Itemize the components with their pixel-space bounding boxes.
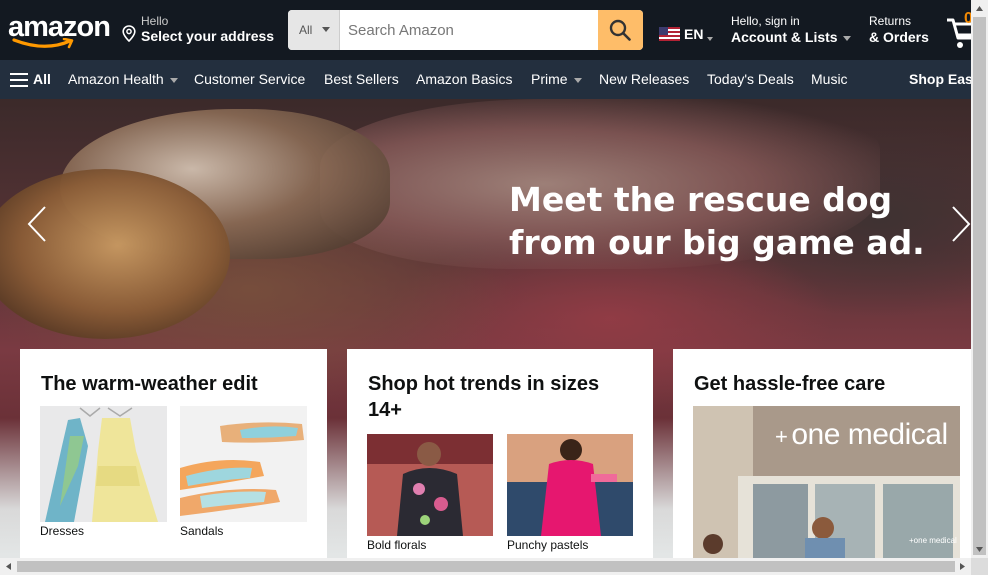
- card-hassle-free-care[interactable]: Get hassle-free care + one medical +one m…: [673, 349, 971, 559]
- location-pin-icon: [122, 25, 136, 42]
- hero-headline-line1: Meet the rescue dog: [509, 180, 893, 219]
- scroll-right-arrow-icon[interactable]: [954, 558, 971, 575]
- nav-item-label: Best Sellers: [324, 71, 399, 87]
- card-title: The warm-weather edit: [41, 373, 258, 395]
- account-label: Account & Lists: [731, 29, 851, 45]
- orders-label: & Orders: [869, 29, 929, 45]
- bold-florals-thumbnail[interactable]: [367, 434, 493, 536]
- sandals-thumbnail[interactable]: [180, 406, 307, 522]
- nav-item-label: Amazon Basics: [416, 71, 513, 87]
- returns-orders-link[interactable]: Returns & Orders: [869, 14, 929, 45]
- nav-item-amazon-basics[interactable]: Amazon Basics: [416, 71, 512, 87]
- account-lists-text: Account & Lists: [731, 29, 838, 45]
- sandals-caption[interactable]: Sandals: [180, 524, 223, 538]
- nav-item-prime[interactable]: Prime: [531, 71, 582, 87]
- scroll-left-arrow-icon[interactable]: [0, 558, 17, 575]
- vertical-scrollbar-thumb[interactable]: [973, 17, 986, 555]
- all-menu-label: All: [33, 71, 51, 87]
- amazon-logo[interactable]: amazon: [8, 10, 111, 50]
- nav-item-todays-deals[interactable]: Today's Deals: [707, 71, 794, 87]
- nav-item-music[interactable]: Music: [811, 71, 848, 87]
- nav-item-label: Music: [811, 71, 848, 87]
- nav-item-new-releases[interactable]: New Releases: [599, 71, 689, 87]
- search-submit-button[interactable]: [598, 10, 643, 50]
- nav-promo-link[interactable]: Shop Eas: [909, 71, 973, 87]
- browser-viewport: amazon Hello Select your address All Sea…: [0, 0, 988, 575]
- punchy-pastels-caption[interactable]: Punchy pastels: [507, 538, 588, 552]
- secondary-nav-bar: All Amazon Health Customer Service Best …: [0, 60, 973, 99]
- address-prompt: Select your address: [141, 28, 275, 44]
- nav-item-label: Amazon Health: [68, 71, 164, 87]
- one-medical-small-sign: +one medical: [909, 536, 957, 545]
- card-title: Shop hot trends in sizes 14+: [368, 373, 600, 421]
- account-lists-menu[interactable]: Hello, sign in Account & Lists: [731, 14, 851, 45]
- one-medical-thumbnail[interactable]: + one medical +one medical: [693, 406, 960, 559]
- carousel-next-arrow-icon[interactable]: [950, 205, 971, 243]
- top-nav-bar: amazon Hello Select your address All Sea…: [0, 0, 971, 60]
- punchy-pastels-image: [507, 434, 633, 536]
- nav-item-label: Today's Deals: [707, 71, 794, 87]
- dresses-caption[interactable]: Dresses: [40, 524, 84, 538]
- caret-down-icon: [573, 77, 582, 83]
- cart-button[interactable]: 0: [944, 10, 971, 50]
- hero-second-dog-image: [0, 169, 230, 339]
- us-flag-icon: [659, 27, 680, 41]
- caret-down-icon: [842, 35, 851, 41]
- returns-label: Returns: [869, 14, 912, 28]
- address-greeting: Hello: [141, 14, 169, 28]
- horizontal-scrollbar-thumb[interactable]: [17, 561, 955, 572]
- scroll-up-arrow-icon[interactable]: [971, 0, 988, 17]
- card-warm-weather-edit[interactable]: The warm-weather edit Dresses Sandals: [20, 349, 327, 559]
- search-bar: All: [288, 10, 643, 50]
- search-icon: [609, 19, 631, 41]
- card-hot-trends-14plus[interactable]: Shop hot trends in sizes 14+ Bold floral…: [347, 349, 653, 559]
- smile-arrow-icon: [12, 38, 74, 49]
- vertical-scrollbar[interactable]: [971, 0, 988, 575]
- nav-item-label: Prime: [531, 71, 568, 87]
- language-code: EN: [684, 26, 704, 42]
- carousel-prev-arrow-icon[interactable]: [26, 205, 48, 243]
- search-category-select[interactable]: All: [288, 10, 340, 50]
- account-greeting: Hello, sign in: [731, 14, 800, 28]
- cart-count: 0: [964, 10, 971, 27]
- hamburger-menu-icon: [10, 73, 28, 91]
- nav-item-best-sellers[interactable]: Best Sellers: [324, 71, 399, 87]
- sandals-image: [180, 422, 304, 516]
- nav-item-label: Customer Service: [194, 71, 306, 87]
- search-category-label: All: [299, 23, 313, 37]
- hero-headline: Meet the rescue dog from our big game ad…: [509, 178, 925, 264]
- nav-item-label: New Releases: [599, 71, 690, 87]
- punchy-pastels-thumbnail[interactable]: [507, 434, 633, 536]
- caret-down-icon: [707, 37, 713, 41]
- card-title: Get hassle-free care: [694, 373, 886, 395]
- one-medical-sign-text: one medical: [791, 418, 948, 451]
- search-input[interactable]: [340, 10, 598, 50]
- dresses-thumbnail[interactable]: [40, 406, 167, 522]
- horizontal-scrollbar[interactable]: [0, 558, 971, 575]
- scroll-down-arrow-icon[interactable]: [971, 541, 988, 558]
- nav-item-amazon-health[interactable]: Amazon Health: [68, 71, 178, 87]
- bold-florals-image: [367, 434, 493, 536]
- caret-down-icon: [169, 77, 178, 83]
- dresses-image: [45, 407, 158, 522]
- plus-icon: +: [775, 424, 788, 449]
- nav-item-customer-service[interactable]: Customer Service: [194, 71, 305, 87]
- scrollbar-corner: [971, 558, 988, 575]
- one-medical-sign: + one medical: [775, 418, 948, 452]
- hero-headline-line2: from our big game ad.: [509, 223, 925, 262]
- caret-down-icon: [322, 27, 330, 32]
- bold-florals-caption[interactable]: Bold florals: [367, 538, 426, 552]
